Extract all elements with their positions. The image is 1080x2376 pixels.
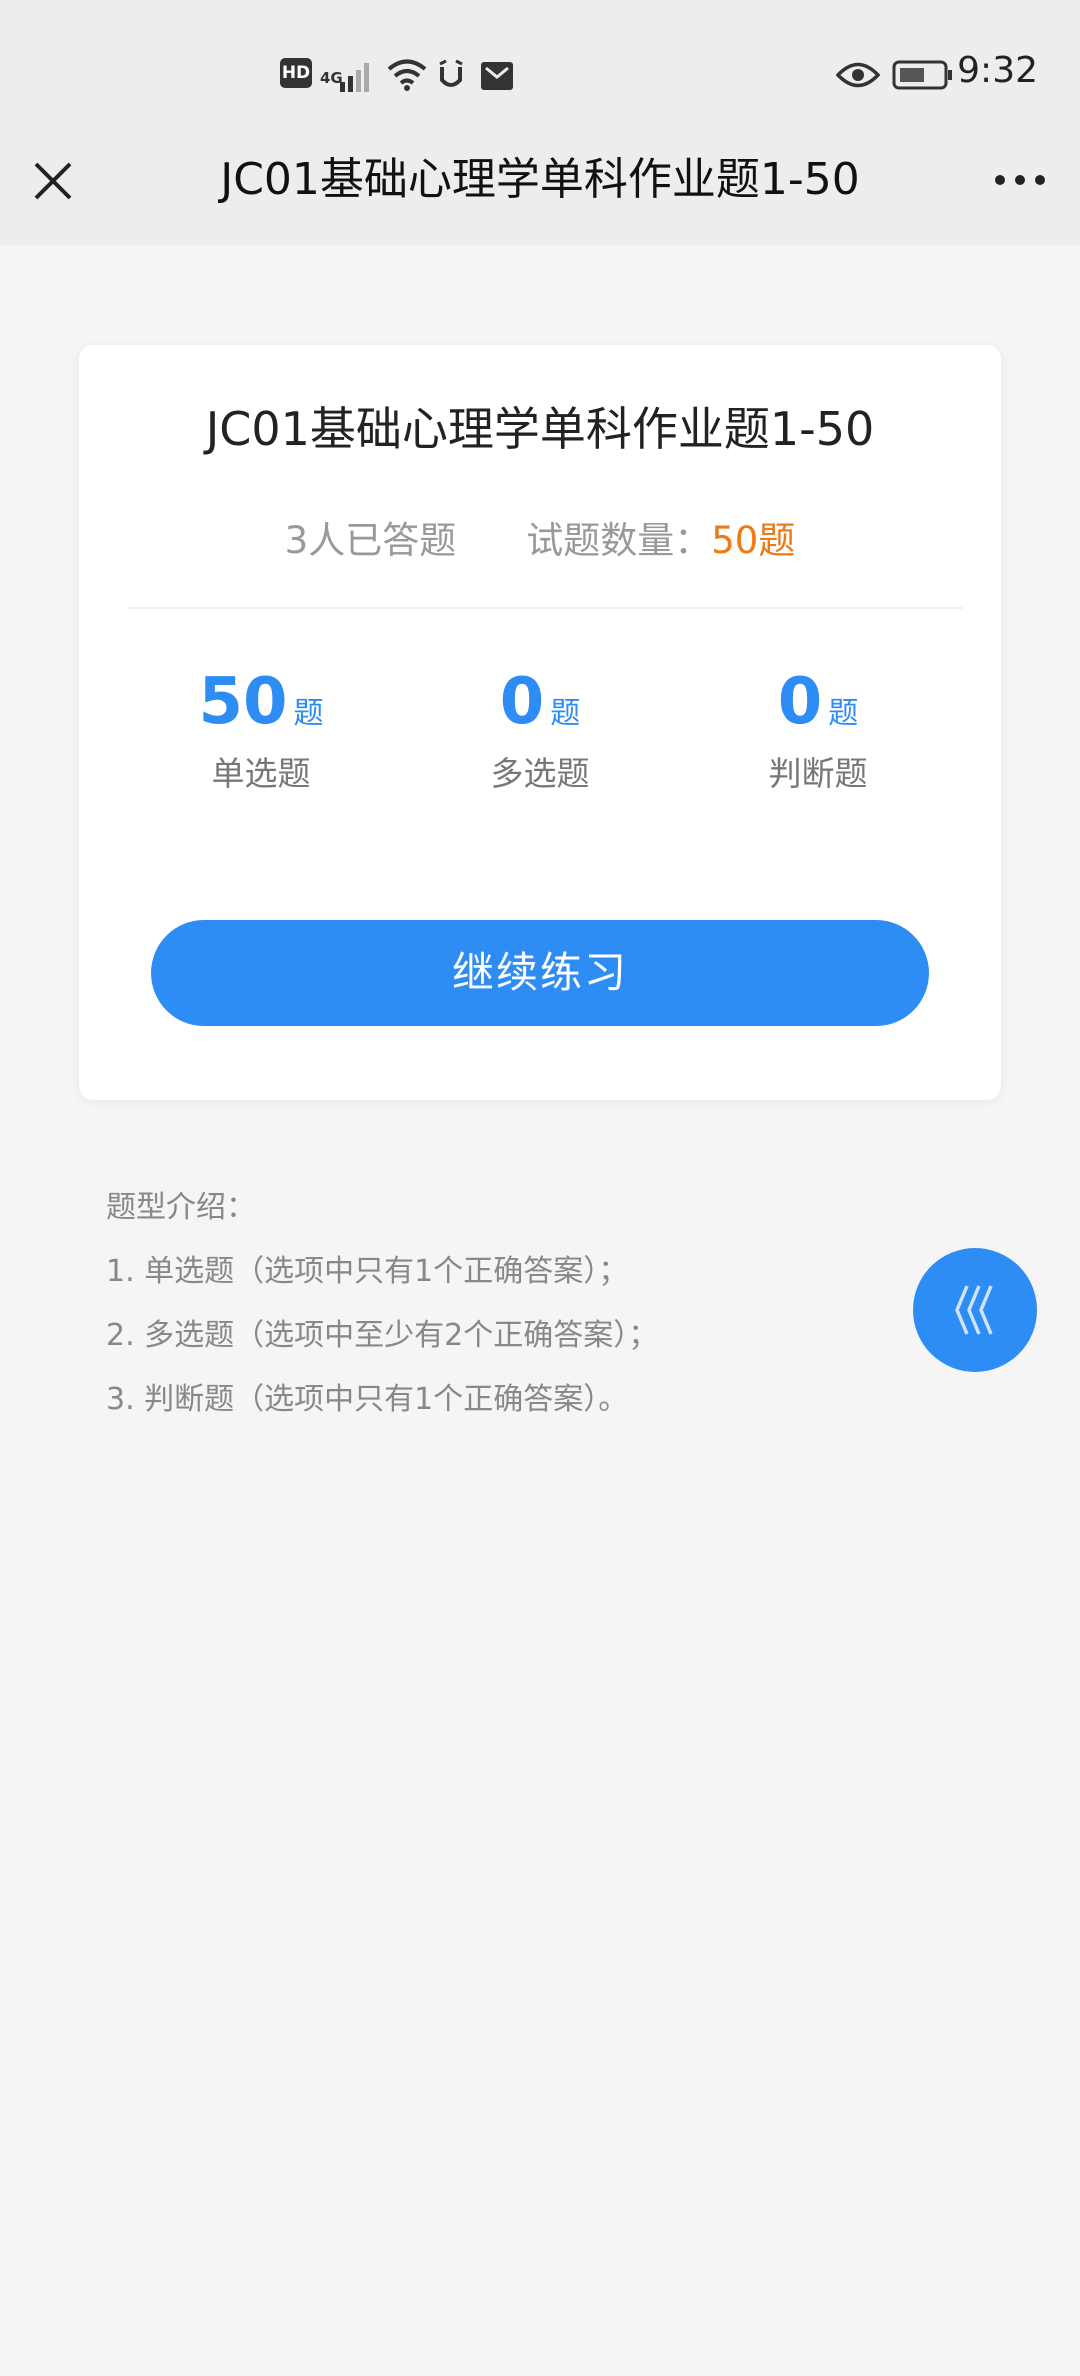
status-bar: HD 4G 9:32 [0,0,1080,150]
more-icon[interactable] [990,160,1050,200]
stat-label: 多选题 [490,754,590,793]
quiz-meta: 3人已答题 试题数量：50题 [79,510,1001,564]
quiz-summary-card: JC01基础心理学单科作业题1-50 3人已答题 试题数量：50题 50 题 单选题… [79,345,1001,1100]
stat-multiple-choice: 0题 多选题 [390,665,690,795]
chevrons-left-icon [955,1285,993,1335]
question-type-intro: 题型介绍： 1. 单选题（选项中只有1个正确答案）； 2. 多选题（选项中至少有… [106,1176,658,1432]
stat-unit: 题 [293,696,324,731]
divider [127,607,963,609]
notification-icon [481,62,513,90]
close-icon[interactable] [28,150,78,210]
eye-icon [836,62,880,88]
stat-label: 判断题 [768,754,868,793]
continue-practice-button[interactable]: 继续练习 [151,920,929,1026]
signal-icon [340,63,369,92]
stat-unit: 题 [828,696,859,731]
stat-value: 50 [198,665,288,739]
hd-badge: HD [280,58,312,88]
floating-back-button[interactable] [913,1248,1037,1372]
intro-line: 1. 单选题（选项中只有1个正确答案）； [106,1254,629,1289]
intro-heading: 题型介绍： [106,1190,256,1225]
stat-value: 0 [777,665,823,739]
stat-single-choice: 50 题 单选题 [111,665,411,795]
question-count-label: 试题数量： [526,519,712,562]
status-time: 9:32 [957,49,1038,91]
stat-unit: 题 [550,696,581,731]
stat-value: 0 [499,665,545,739]
answered-count-text: 3人已答题 [284,519,457,562]
question-count-value: 50题 [711,519,796,562]
intro-line: 2. 多选题（选项中至少有2个正确答案）； [106,1318,659,1353]
wifi-icon [387,59,427,91]
stat-true-false: 0题 判断题 [668,665,968,795]
alarm-icon [439,59,463,87]
intro-line: 3. 判断题（选项中只有1个正确答案）。 [106,1382,629,1417]
page-title: JC01基础心理学单科作业题1-50 [220,154,860,205]
battery-icon [892,60,952,90]
stat-label: 单选题 [211,754,311,793]
quiz-title: JC01基础心理学单科作业题1-50 [205,402,875,456]
